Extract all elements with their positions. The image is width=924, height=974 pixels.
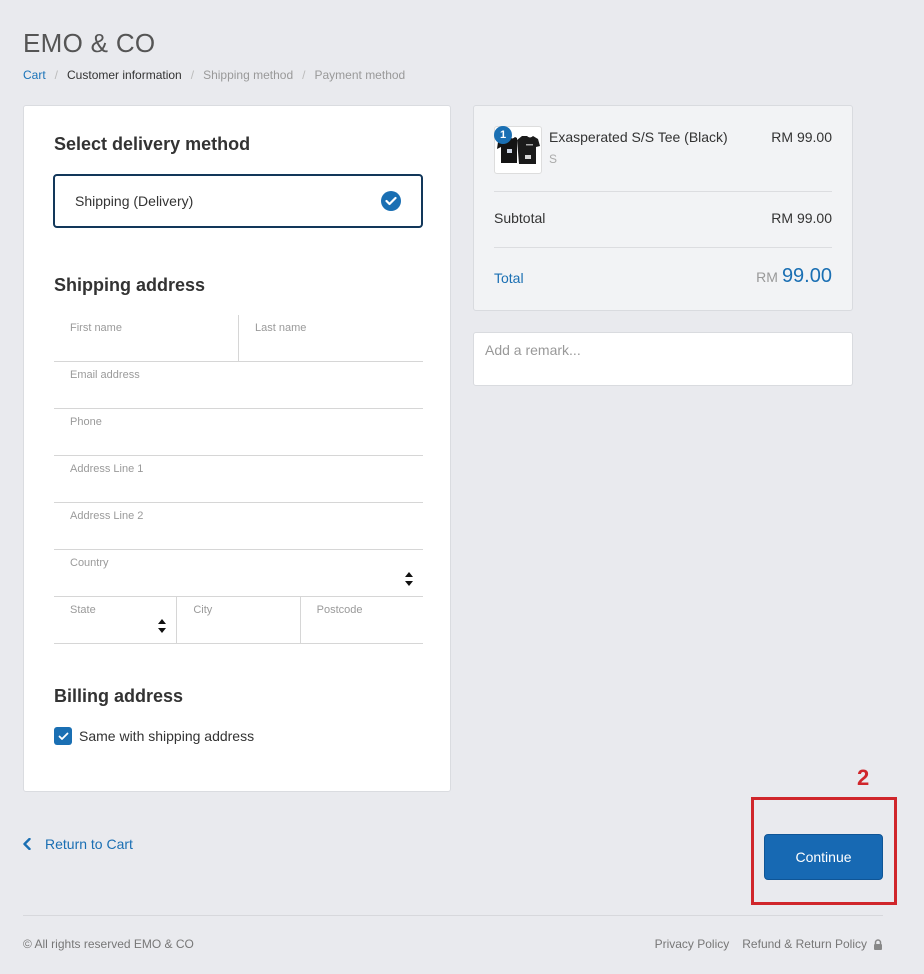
delivery-option-label: Shipping (Delivery) xyxy=(75,193,194,209)
address-line-2-field[interactable]: Address Line 2 xyxy=(54,503,423,549)
state-label: State xyxy=(70,604,96,616)
country-label: Country xyxy=(70,557,109,569)
email-row: Email address xyxy=(54,362,423,409)
chevron-left-icon xyxy=(23,838,31,850)
subtotal-label: Subtotal xyxy=(494,210,546,226)
quantity-badge: 1 xyxy=(494,126,512,144)
return-to-cart-label: Return to Cart xyxy=(45,836,133,852)
breadcrumb-separator: / xyxy=(190,68,195,82)
shipping-address-fields: First name Last name Email address Phone… xyxy=(54,315,423,644)
email-field[interactable]: Email address xyxy=(54,362,423,408)
select-arrows-icon xyxy=(158,619,167,633)
name-row: First name Last name xyxy=(54,315,423,362)
delivery-option-shipping[interactable]: Shipping (Delivery) xyxy=(53,174,423,228)
step-marker: 2 xyxy=(857,765,870,790)
phone-field[interactable]: Phone xyxy=(54,409,423,455)
same-as-shipping-checkbox[interactable]: Same with shipping address xyxy=(54,727,254,745)
subtotal-value: RM 99.00 xyxy=(771,210,832,226)
product-thumbnail: 1 xyxy=(494,126,542,174)
postcode-field[interactable]: Postcode xyxy=(299,597,423,643)
city-field[interactable]: City xyxy=(176,597,299,643)
address-line-1-row: Address Line 1 xyxy=(54,456,423,503)
footer-divider xyxy=(23,915,883,916)
country-select[interactable]: Country xyxy=(54,550,423,596)
breadcrumb-payment-method: Payment method xyxy=(314,68,406,82)
first-name-field[interactable]: First name xyxy=(54,315,238,361)
return-to-cart-link[interactable]: Return to Cart xyxy=(23,836,133,852)
continue-button[interactable]: Continue xyxy=(764,834,883,880)
delivery-method-heading: Select delivery method xyxy=(54,134,251,154)
address-line-2-row: Address Line 2 xyxy=(54,503,423,550)
lock-icon xyxy=(874,938,882,950)
store-title: EMO & CO xyxy=(23,28,156,58)
product-name: Exasperated S/S Tee (Black) xyxy=(549,129,728,145)
breadcrumb: Cart / Customer information / Shipping m… xyxy=(23,68,405,82)
breadcrumb-shipping-method: Shipping method xyxy=(203,68,294,82)
phone-row: Phone xyxy=(54,409,423,456)
billing-address-heading: Billing address xyxy=(54,686,184,706)
privacy-policy-link[interactable]: Privacy Policy xyxy=(655,937,730,951)
breadcrumb-customer-information: Customer information xyxy=(67,68,182,82)
state-city-postcode-row: State City Postcode xyxy=(54,597,423,644)
product-variant: S xyxy=(549,152,558,166)
checkout-form-card: Select delivery method Shipping (Deliver… xyxy=(23,105,451,792)
last-name-field[interactable]: Last name xyxy=(238,315,423,361)
remark-input[interactable] xyxy=(473,332,853,386)
refund-return-policy-link[interactable]: Refund & Return Policy xyxy=(742,937,867,951)
footer-links: Privacy Policy Refund & Return Policy xyxy=(655,937,883,951)
country-row: Country xyxy=(54,550,423,597)
order-summary-card: 1 Exasperated S/S Tee (Black) S RM 99.00… xyxy=(473,105,853,311)
state-select[interactable]: State xyxy=(54,597,176,643)
summary-divider xyxy=(494,247,832,248)
breadcrumb-cart[interactable]: Cart xyxy=(23,68,46,82)
select-arrows-icon xyxy=(405,572,413,586)
product-price: RM 99.00 xyxy=(771,129,832,145)
order-item: 1 Exasperated S/S Tee (Black) S RM 99.00 xyxy=(494,126,832,192)
same-as-shipping-label: Same with shipping address xyxy=(79,728,255,744)
check-circle-icon xyxy=(381,191,401,211)
total-label: Total xyxy=(494,270,524,286)
total-amount: 99.00 xyxy=(781,265,832,287)
breadcrumb-separator: / xyxy=(302,68,306,82)
breadcrumb-separator: / xyxy=(54,68,59,82)
copyright-text: © All rights reserved EMO & CO xyxy=(23,937,194,951)
total-value: RM 99.00 xyxy=(756,265,832,288)
checkbox-checked-icon[interactable] xyxy=(54,727,72,745)
shipping-address-heading: Shipping address xyxy=(54,275,206,295)
summary-divider xyxy=(494,191,832,192)
total-currency: RM xyxy=(756,269,778,285)
address-line-1-field[interactable]: Address Line 1 xyxy=(54,456,423,502)
